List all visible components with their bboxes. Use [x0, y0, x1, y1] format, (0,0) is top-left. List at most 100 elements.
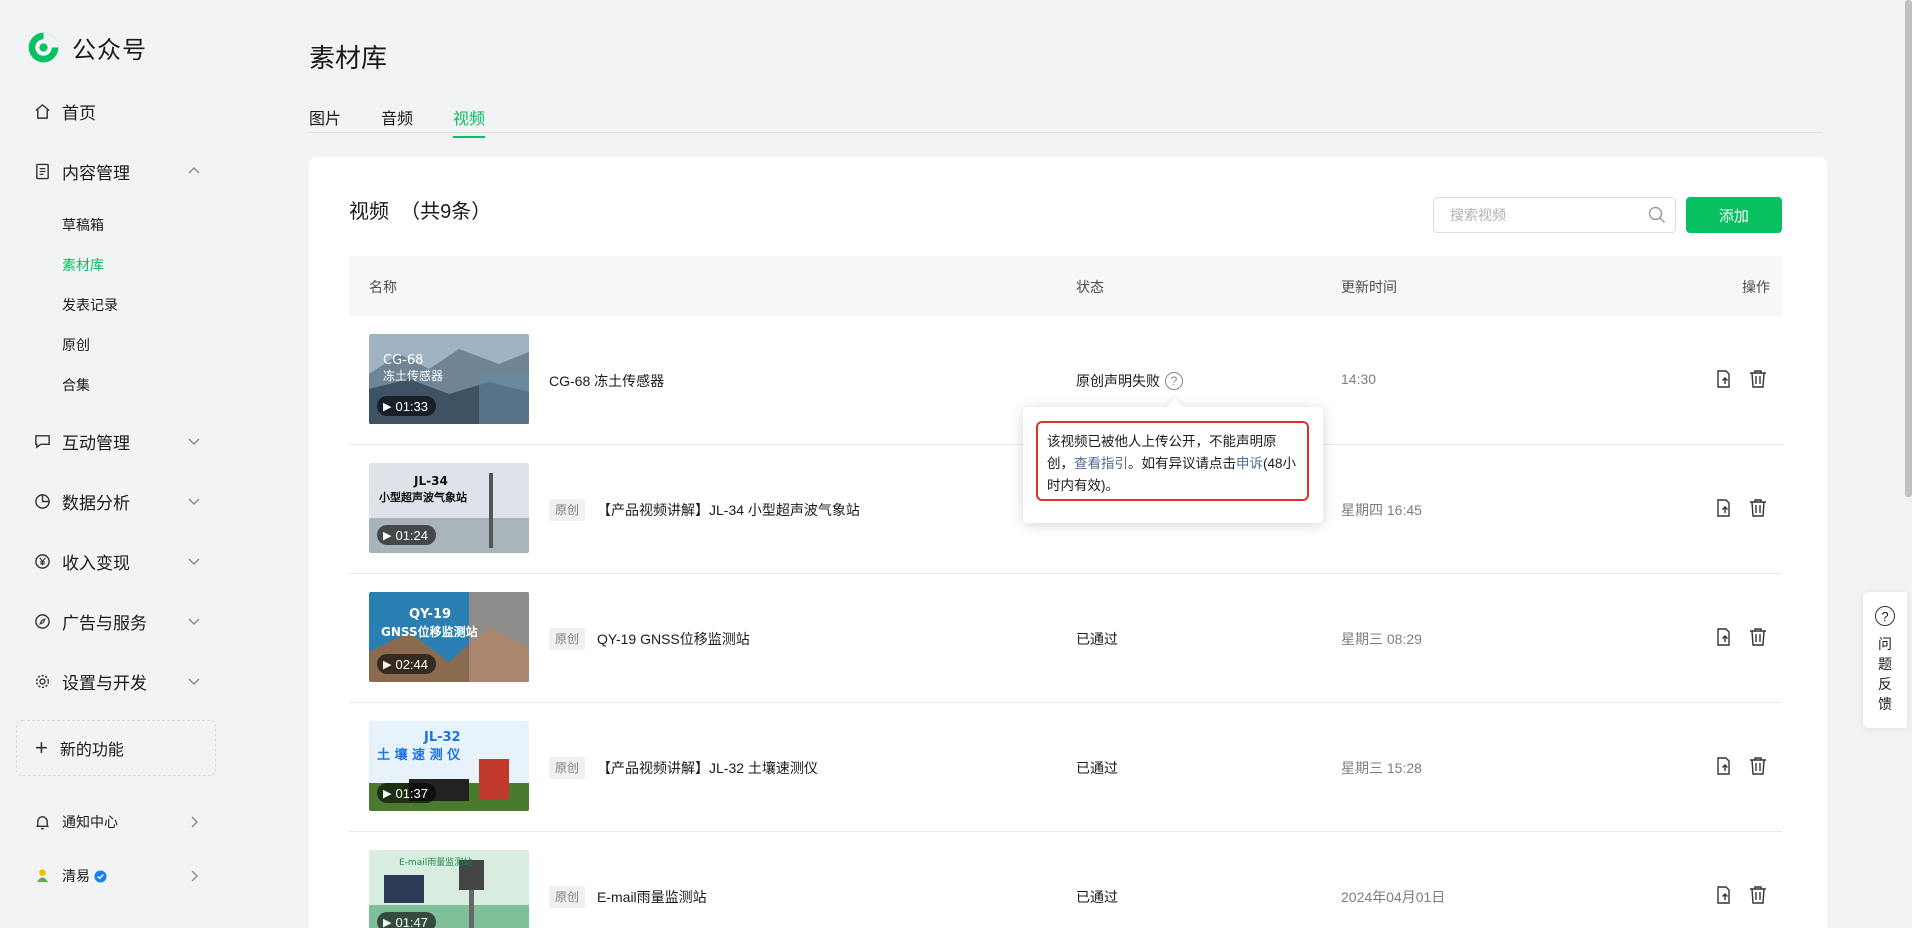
delete-icon[interactable]	[1747, 626, 1769, 648]
plus-icon: +	[35, 735, 48, 760]
search-icon[interactable]	[1647, 205, 1667, 225]
new-feature-button[interactable]: + 新的功能	[16, 720, 216, 776]
svg-text:JL-32: JL-32	[423, 730, 461, 745]
play-icon: ▶	[383, 916, 392, 928]
header-update-time: 更新时间	[1341, 279, 1397, 295]
play-icon: ▶	[383, 658, 392, 671]
move-group-icon[interactable]	[1713, 497, 1735, 519]
bell-icon	[33, 813, 51, 831]
chevron-up-icon	[188, 167, 200, 174]
help-icon[interactable]: ?	[1165, 372, 1183, 390]
verified-badge-icon	[94, 869, 107, 883]
header-status: 状态	[1076, 279, 1104, 295]
video-thumbnail[interactable]: E-mail雨量监测站 ▶ 01:47	[369, 850, 529, 928]
update-time: 星期三 08:29	[1341, 631, 1422, 647]
delete-icon[interactable]	[1747, 755, 1769, 777]
app-logo[interactable]: 公众号	[27, 30, 147, 65]
nav-settings-label: 设置与开发	[62, 673, 147, 693]
nav-data-analysis[interactable]: 数据分析	[33, 486, 201, 516]
nav-interaction-label: 互动管理	[62, 433, 130, 453]
header-name: 名称	[369, 279, 397, 295]
nav-content-management[interactable]: 内容管理	[33, 156, 201, 186]
duration-badge: ▶ 01:33	[377, 396, 437, 416]
chevron-right-icon	[191, 870, 198, 882]
delete-icon[interactable]	[1747, 884, 1769, 906]
video-status: 原创声明失败 ?	[1076, 371, 1183, 391]
chevron-down-icon	[188, 678, 200, 685]
document-icon	[33, 162, 51, 180]
tooltip-message: 该视频已被他人上传公开，不能声明原创，查看指引。如有异议请点击申诉(48小时内有…	[1036, 421, 1309, 501]
video-thumbnail[interactable]: JL-32 土 壤 速 测 仪 ▶ 01:37	[369, 721, 529, 811]
video-thumbnail[interactable]: CG-68 冻土传感器 ▶ 01:33	[369, 334, 529, 424]
sidebar-item-materials[interactable]: 素材库	[62, 255, 104, 275]
nav-account[interactable]: 清易	[33, 861, 201, 891]
duration-badge: ▶ 01:47	[377, 912, 437, 928]
video-name[interactable]: 【产品视频讲解】JL-34 小型超声波气象站	[597, 500, 860, 520]
move-group-icon[interactable]	[1713, 368, 1735, 390]
account-avatar	[33, 867, 51, 885]
nav-content-management-label: 内容管理	[62, 163, 130, 183]
sidebar-item-original[interactable]: 原创	[62, 335, 90, 355]
view-guide-link[interactable]: 查看指引	[1074, 456, 1128, 471]
video-thumbnail[interactable]: JL-34 小型超声波气象站 ▶ 01:24	[369, 463, 529, 553]
sidebar: 公众号 首页 内容管理 草稿箱 素材库 发表记录 原创 合集 互动管理 数据分析	[0, 0, 232, 928]
video-name[interactable]: QY-19 GNSS位移监测站	[597, 629, 750, 649]
search-video-input[interactable]	[1433, 197, 1676, 233]
home-icon	[33, 102, 51, 120]
nav-notification-center[interactable]: 通知中心	[33, 807, 201, 837]
video-name[interactable]: CG-68 冻土传感器	[549, 371, 664, 391]
tab-video[interactable]: 视频	[453, 105, 486, 138]
original-claim-failed-tooltip: 该视频已被他人上传公开，不能声明原创，查看指引。如有异议请点击申诉(48小时内有…	[1023, 407, 1323, 523]
feedback-label: 问题反馈	[1878, 636, 1892, 712]
video-status: 已通过	[1076, 760, 1118, 776]
gear-icon	[33, 672, 51, 690]
sidebar-item-publish-records[interactable]: 发表记录	[62, 295, 118, 315]
video-name[interactable]: E-mail雨量监测站	[597, 887, 707, 907]
svg-text:GNSS位移监测站: GNSS位移监测站	[381, 624, 478, 639]
nav-ads-services[interactable]: 广告与服务	[33, 606, 201, 636]
video-table: 名称 状态 更新时间 操作 CG-68 冻土传感器 ▶ 01:33 CG-68 冻…	[349, 256, 1782, 928]
nav-monetization[interactable]: 收入变现	[33, 546, 201, 576]
move-group-icon[interactable]	[1713, 626, 1735, 648]
svg-text:E-mail雨量监测站: E-mail雨量监测站	[399, 856, 472, 868]
original-tag: 原创	[549, 757, 586, 779]
nav-notification-label: 通知中心	[62, 814, 118, 830]
sidebar-item-collections[interactable]: 合集	[62, 375, 90, 395]
pie-chart-icon	[33, 492, 51, 510]
nav-ads-services-label: 广告与服务	[62, 613, 147, 633]
chevron-down-icon	[188, 498, 200, 505]
question-icon: ?	[1875, 606, 1895, 626]
wechat-official-account-logo-icon	[28, 32, 59, 63]
move-group-icon[interactable]	[1713, 884, 1735, 906]
play-icon: ▶	[383, 529, 392, 542]
video-list-card: 视频 （共9条） 添加 名称 状态 更新时间 操作 CG-68 冻土传感器 ▶0…	[309, 157, 1827, 928]
move-group-icon[interactable]	[1713, 755, 1735, 777]
svg-text:QY-19: QY-19	[409, 607, 451, 622]
page-title: 素材库	[309, 43, 388, 73]
svg-text:土 壤 速 测 仪: 土 壤 速 测 仪	[377, 747, 461, 763]
update-time: 14:30	[1341, 371, 1377, 387]
nav-interaction-management[interactable]: 互动管理	[33, 426, 201, 456]
original-tag: 原创	[549, 499, 586, 521]
duration-badge: ▶ 01:24	[377, 525, 437, 545]
account-name: 清易	[62, 868, 90, 884]
delete-icon[interactable]	[1747, 497, 1769, 519]
nav-home[interactable]: 首页	[33, 96, 201, 126]
video-thumbnail[interactable]: QY-19 GNSS位移监测站 ▶ 02:44	[369, 592, 529, 682]
appeal-link[interactable]: 申诉	[1236, 456, 1263, 471]
table-row: JL-32 土 壤 速 测 仪 ▶ 01:37 原创 【产品视频讲解】JL-32 …	[349, 703, 1782, 832]
play-icon: ▶	[383, 787, 392, 800]
nav-data-analysis-label: 数据分析	[62, 493, 130, 513]
compass-icon	[33, 612, 51, 630]
delete-icon[interactable]	[1747, 368, 1769, 390]
video-name[interactable]: 【产品视频讲解】JL-32 土壤速测仪	[597, 758, 818, 778]
update-time: 2024年04月01日	[1341, 889, 1446, 905]
tab-audio[interactable]: 音频	[381, 105, 413, 129]
tab-images[interactable]: 图片	[309, 105, 341, 129]
nav-settings-development[interactable]: 设置与开发	[33, 666, 201, 696]
scrollbar[interactable]	[1905, 0, 1912, 497]
nav-home-label: 首页	[62, 103, 96, 123]
sidebar-item-drafts[interactable]: 草稿箱	[62, 215, 104, 235]
add-video-button[interactable]: 添加	[1686, 197, 1782, 233]
feedback-button[interactable]: ? 问题反馈	[1863, 592, 1907, 728]
